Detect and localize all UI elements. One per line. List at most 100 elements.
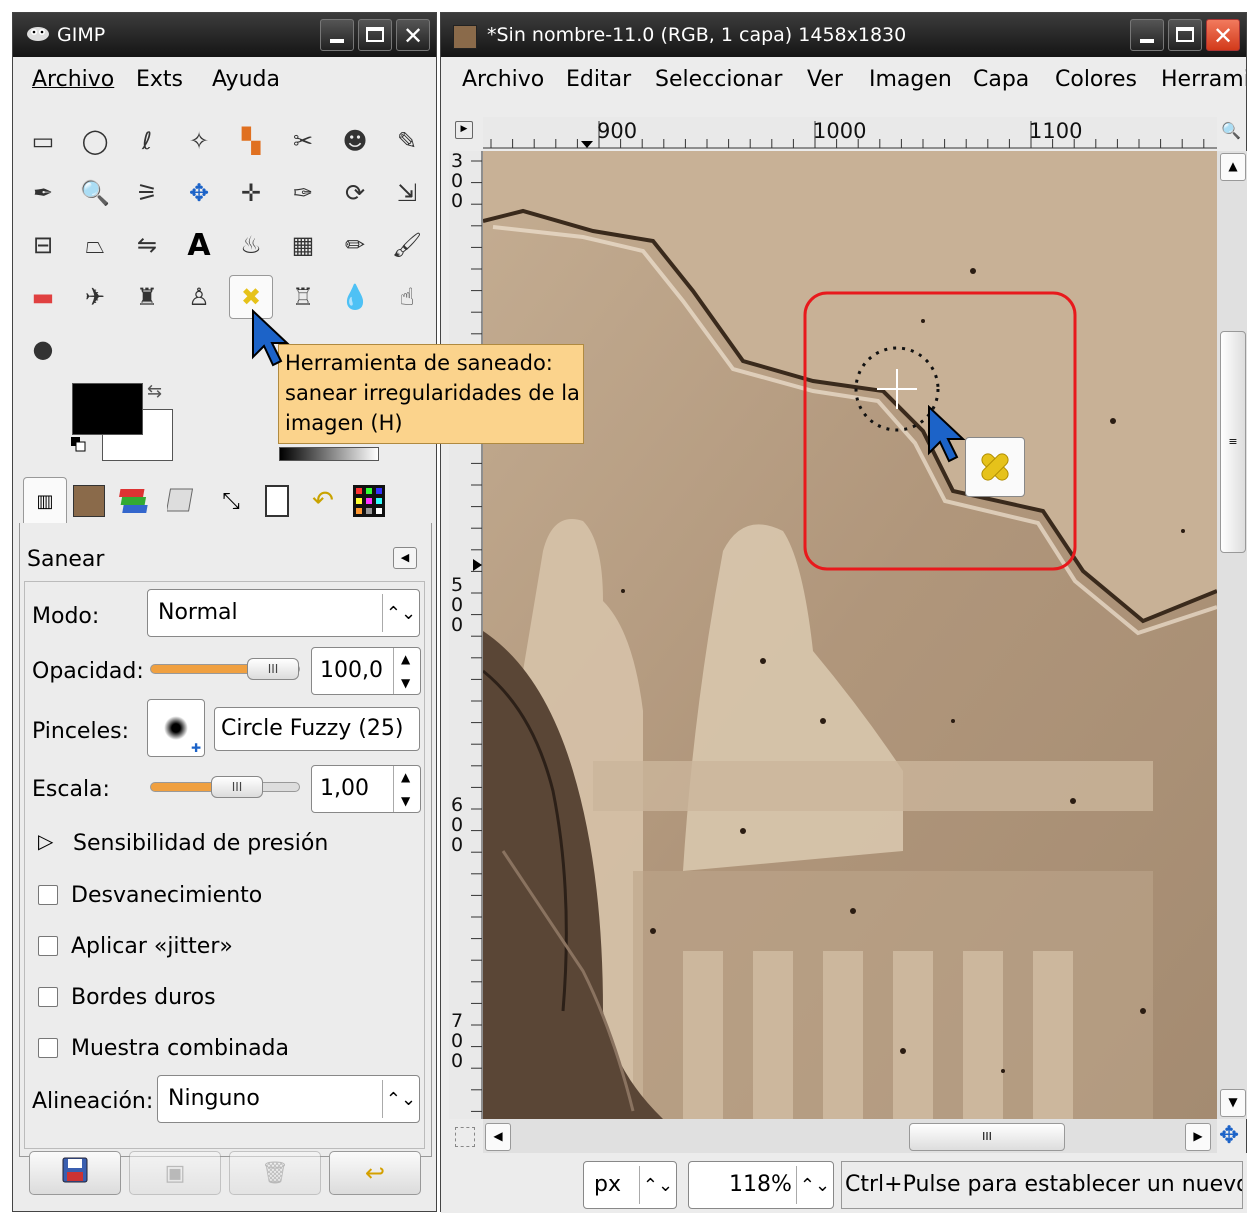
- color-picker-icon[interactable]: ✒: [21, 171, 65, 215]
- menu-exts[interactable]: Exts: [136, 67, 183, 92]
- maximize-button[interactable]: [1168, 19, 1202, 51]
- minimize-button[interactable]: [320, 19, 354, 51]
- eraser-icon[interactable]: ▬: [21, 275, 65, 319]
- default-colors-icon[interactable]: [71, 437, 86, 452]
- tab-device-status[interactable]: [71, 483, 107, 519]
- menu-ayuda[interactable]: Ayuda: [212, 67, 280, 92]
- scroll-thumb-h[interactable]: III: [909, 1123, 1065, 1151]
- menu-archivo[interactable]: Archivo: [462, 67, 544, 92]
- checkbox-label-3[interactable]: Muestra combinada: [71, 1036, 289, 1061]
- scroll-left-icon[interactable]: ◀: [485, 1123, 511, 1151]
- fuzzy-select-icon[interactable]: ✧: [177, 119, 221, 163]
- maximize-button[interactable]: [358, 19, 392, 51]
- tab-document[interactable]: [259, 483, 295, 519]
- brush-name-field[interactable]: Circle Fuzzy (25): [214, 707, 420, 751]
- save-options-button[interactable]: [29, 1151, 121, 1195]
- zoom-icon[interactable]: 🔍: [73, 171, 117, 215]
- shear-icon[interactable]: ⊟: [21, 223, 65, 267]
- tab-palettes[interactable]: [351, 483, 387, 519]
- unit-dropdown[interactable]: px ⌃⌄: [583, 1161, 677, 1209]
- move-icon[interactable]: ✥: [177, 171, 221, 215]
- airbrush-icon[interactable]: ✈: [73, 275, 117, 319]
- tab-channels[interactable]: [165, 483, 201, 519]
- ellipse-select-icon[interactable]: ◯: [73, 119, 117, 163]
- opacity-slider-handle[interactable]: III: [247, 658, 299, 680]
- expander-arrow-icon[interactable]: ▷: [38, 829, 53, 853]
- align-icon[interactable]: ✛: [229, 171, 273, 215]
- flip-icon[interactable]: ⇋: [125, 223, 169, 267]
- menu-colores[interactable]: Colores: [1055, 67, 1137, 92]
- smudge-icon[interactable]: ☝: [385, 275, 429, 319]
- tab-layers[interactable]: [117, 483, 153, 519]
- menu-capa[interactable]: Capa: [973, 67, 1029, 92]
- crop-icon[interactable]: ✑: [281, 171, 325, 215]
- tab-undo-history[interactable]: ↶: [305, 483, 341, 519]
- ink-icon[interactable]: ♜: [125, 275, 169, 319]
- checkbox-label-2[interactable]: Bordes duros: [71, 985, 216, 1010]
- spin-arrows-icon[interactable]: ▲ ▼: [393, 648, 420, 694]
- reset-options-button[interactable]: ↩: [329, 1151, 421, 1195]
- checkbox-2[interactable]: [38, 987, 58, 1007]
- measure-icon[interactable]: ⚞: [125, 171, 169, 215]
- tab-tool-options[interactable]: ▥: [23, 477, 67, 524]
- mode-dropdown[interactable]: Normal ⌃⌄: [147, 589, 420, 637]
- image-titlebar[interactable]: *Sin nombre-11.0 (RGB, 1 capa) 1458x1830…: [441, 13, 1246, 57]
- swap-colors-icon[interactable]: ⇆: [147, 381, 162, 402]
- rotate-icon[interactable]: ⟳: [333, 171, 377, 215]
- scale-slider-handle[interactable]: III: [211, 776, 263, 798]
- restore-options-button[interactable]: ▣: [129, 1151, 221, 1195]
- scroll-thumb[interactable]: ≡: [1220, 331, 1246, 553]
- scroll-down-icon[interactable]: ▼: [1220, 1089, 1246, 1117]
- zoom-window-icon[interactable]: 🔍: [1221, 121, 1241, 140]
- image-canvas[interactable]: [483, 151, 1217, 1119]
- navigate-icon[interactable]: ✥: [1219, 1121, 1239, 1149]
- checkbox-1[interactable]: [38, 936, 58, 956]
- delete-options-button[interactable]: 🗑: [229, 1151, 321, 1195]
- checkbox-label-1[interactable]: Aplicar «jitter»: [71, 934, 233, 959]
- toolbox-titlebar[interactable]: GIMP ✕: [13, 13, 436, 57]
- paintbrush-icon[interactable]: 🖌: [385, 223, 429, 267]
- tab-paths[interactable]: ⤡: [213, 483, 249, 519]
- pencil-icon[interactable]: ✏: [333, 223, 377, 267]
- color-select-icon[interactable]: ▚: [229, 119, 273, 163]
- blend-icon[interactable]: ▦: [281, 223, 325, 267]
- scroll-up-icon[interactable]: ▲: [1220, 153, 1246, 181]
- text-icon[interactable]: A: [177, 223, 221, 267]
- minimize-button[interactable]: [1130, 19, 1164, 51]
- horizontal-scrollbar[interactable]: ◀ III ▶: [483, 1119, 1217, 1153]
- menu-imagen[interactable]: Imagen: [869, 67, 952, 92]
- checkbox-3[interactable]: [38, 1038, 58, 1058]
- rect-select-icon[interactable]: ▭: [21, 119, 65, 163]
- scissors-icon[interactable]: ✂: [281, 119, 325, 163]
- scale-spinbox[interactable]: 1,00 ▲ ▼: [311, 765, 421, 813]
- close-button[interactable]: ✕: [396, 19, 430, 51]
- menu-ver[interactable]: Ver: [807, 67, 843, 92]
- align-dropdown[interactable]: Ninguno ⌃⌄: [157, 1075, 420, 1123]
- options-menu-icon[interactable]: ◀: [393, 547, 417, 569]
- blur-icon[interactable]: 💧: [333, 275, 377, 319]
- clone-icon[interactable]: ♙: [177, 275, 221, 319]
- paths-icon[interactable]: ✎: [385, 119, 429, 163]
- quick-mask-toggle-icon[interactable]: [455, 1127, 475, 1147]
- scale-icon[interactable]: ⇲: [385, 171, 429, 215]
- menu-archivo[interactable]: Archivo: [32, 67, 114, 92]
- checkbox-0[interactable]: [38, 885, 58, 905]
- menu-editar[interactable]: Editar: [566, 67, 631, 92]
- scroll-right-icon[interactable]: ▶: [1185, 1123, 1211, 1151]
- menu-herramientas[interactable]: Herrami: [1161, 67, 1246, 92]
- zoom-dropdown[interactable]: 118% ⌃⌄: [688, 1161, 834, 1209]
- vertical-scrollbar[interactable]: ▲ ≡ ▼: [1217, 151, 1247, 1119]
- quick-mask-menu-icon[interactable]: ▶: [455, 121, 473, 139]
- dodge-burn-icon[interactable]: ●: [21, 327, 65, 371]
- close-button[interactable]: ✕: [1206, 19, 1240, 51]
- bucket-fill-icon[interactable]: ♨: [229, 223, 273, 267]
- perspective-icon[interactable]: ⏢: [73, 223, 117, 267]
- brush-preview-button[interactable]: ✚: [147, 699, 205, 757]
- pressure-sensitivity-expander[interactable]: Sensibilidad de presión: [73, 831, 328, 856]
- foreground-select-icon[interactable]: ☻: [333, 119, 377, 163]
- free-select-icon[interactable]: ℓ: [125, 119, 169, 163]
- opacity-spinbox[interactable]: 100,0 ▲ ▼: [311, 647, 421, 695]
- checkbox-label-0[interactable]: Desvanecimiento: [71, 883, 262, 908]
- spin-arrows-icon[interactable]: ▲ ▼: [393, 766, 420, 812]
- menu-seleccionar[interactable]: Seleccionar: [655, 67, 782, 92]
